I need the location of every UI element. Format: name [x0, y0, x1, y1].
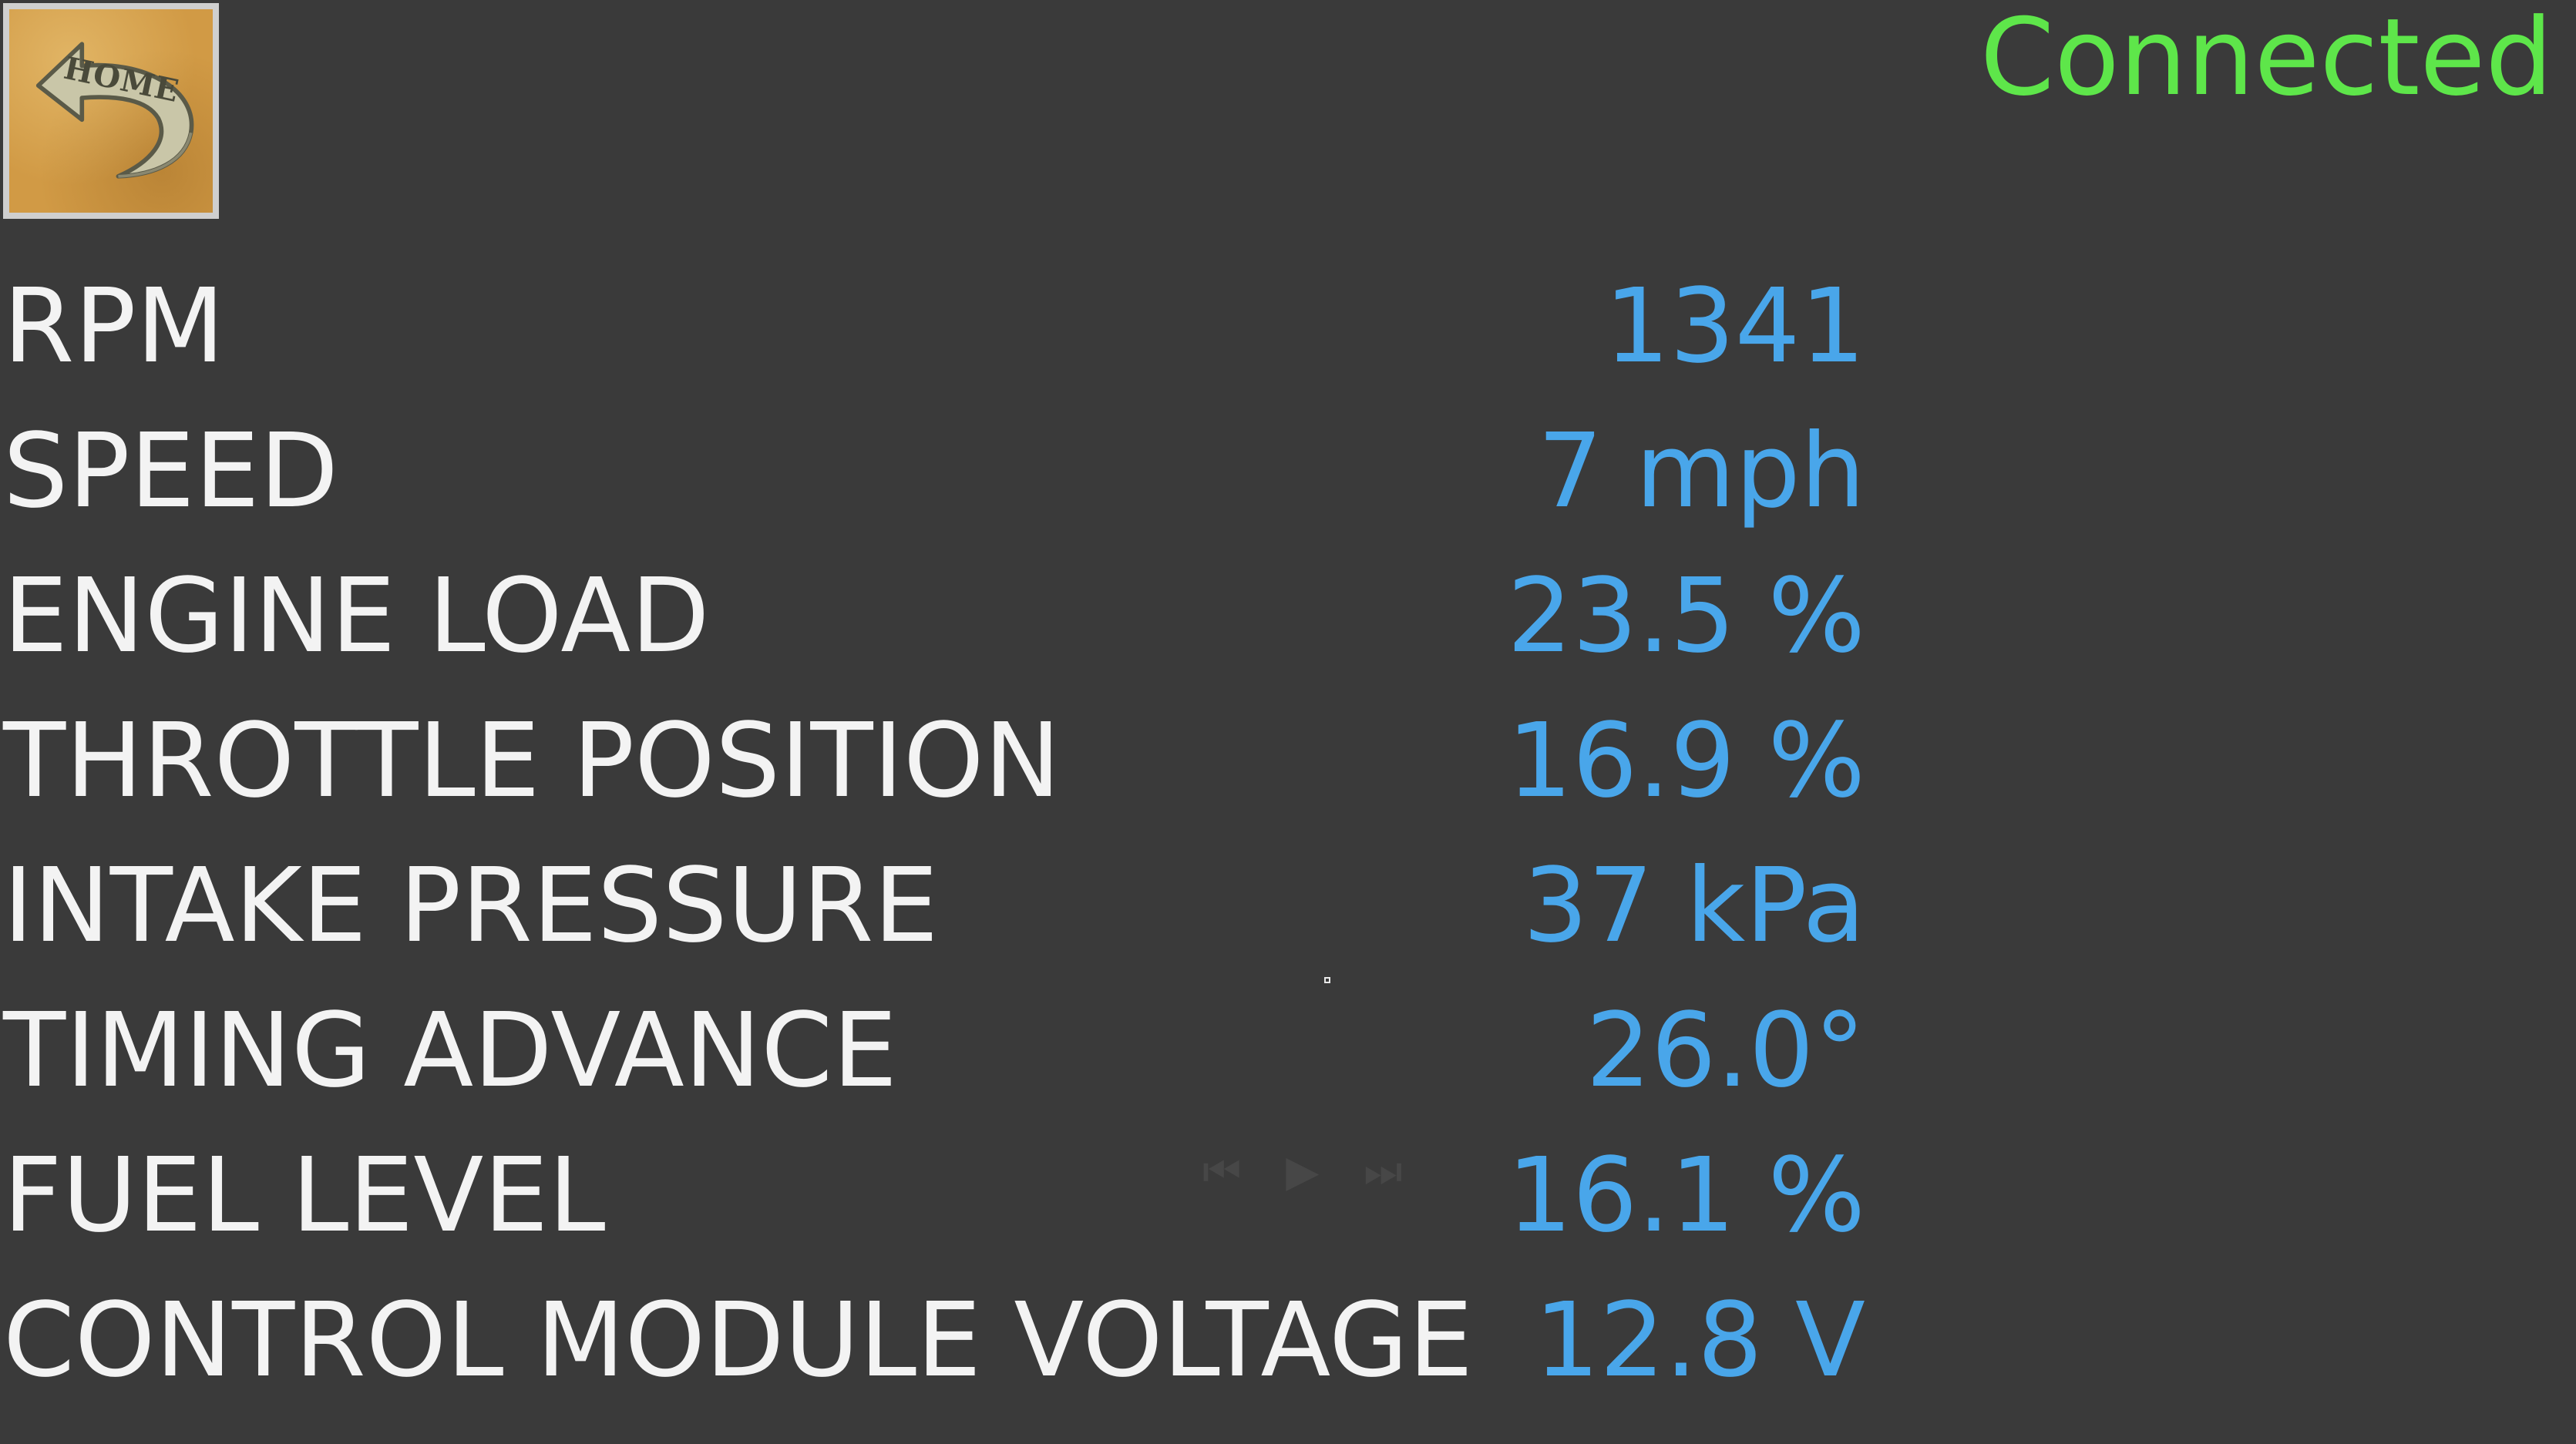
reading-value: 16.9 %: [1507, 702, 1865, 821]
media-controls-icon: ⏮ ▶ ⏭: [1202, 1147, 1418, 1197]
reading-label: FUEL LEVEL: [3, 1137, 606, 1255]
reading-value: 1341: [1604, 267, 1865, 386]
reading-value: 7 mph: [1537, 412, 1865, 531]
reading-value: 37 kPa: [1522, 847, 1865, 965]
reading-row-engine-load: ENGINE LOAD 23.5 %: [0, 544, 1865, 689]
reading-row-rpm: RPM 1341: [0, 254, 1865, 399]
reading-label: INTAKE PRESSURE: [3, 847, 939, 965]
reading-value: 16.1 %: [1507, 1137, 1865, 1255]
readings-list: RPM 1341 SPEED 7 mph ENGINE LOAD 23.5 % …: [0, 254, 1865, 1413]
home-arrow-icon: [35, 42, 194, 179]
reading-label: SPEED: [3, 412, 339, 531]
reading-row-intake-pressure: INTAKE PRESSURE 37 kPa: [0, 834, 1865, 979]
reading-row-timing-advance: TIMING ADVANCE 26.0°: [0, 979, 1865, 1123]
reading-label: RPM: [3, 267, 225, 386]
reading-label: CONTROL MODULE VOLTAGE: [3, 1281, 1474, 1400]
reading-value: 23.5 %: [1507, 557, 1865, 676]
reading-row-speed: SPEED 7 mph: [0, 399, 1865, 544]
reading-row-fuel-level: FUEL LEVEL 16.1 %: [0, 1123, 1865, 1268]
reading-label: THROTTLE POSITION: [3, 702, 1061, 821]
reading-value: 12.8 V: [1534, 1281, 1865, 1400]
home-button[interactable]: HOME: [3, 3, 219, 219]
reading-row-throttle-position: THROTTLE POSITION 16.9 %: [0, 689, 1865, 834]
reading-row-control-module-voltage: CONTROL MODULE VOLTAGE 12.8 V: [0, 1268, 1865, 1413]
mouse-cursor: [1324, 977, 1330, 983]
reading-label: TIMING ADVANCE: [3, 992, 898, 1110]
connection-status: Connected: [1979, 0, 2553, 119]
reading-value: 26.0°: [1586, 992, 1865, 1110]
reading-label: ENGINE LOAD: [3, 557, 710, 676]
